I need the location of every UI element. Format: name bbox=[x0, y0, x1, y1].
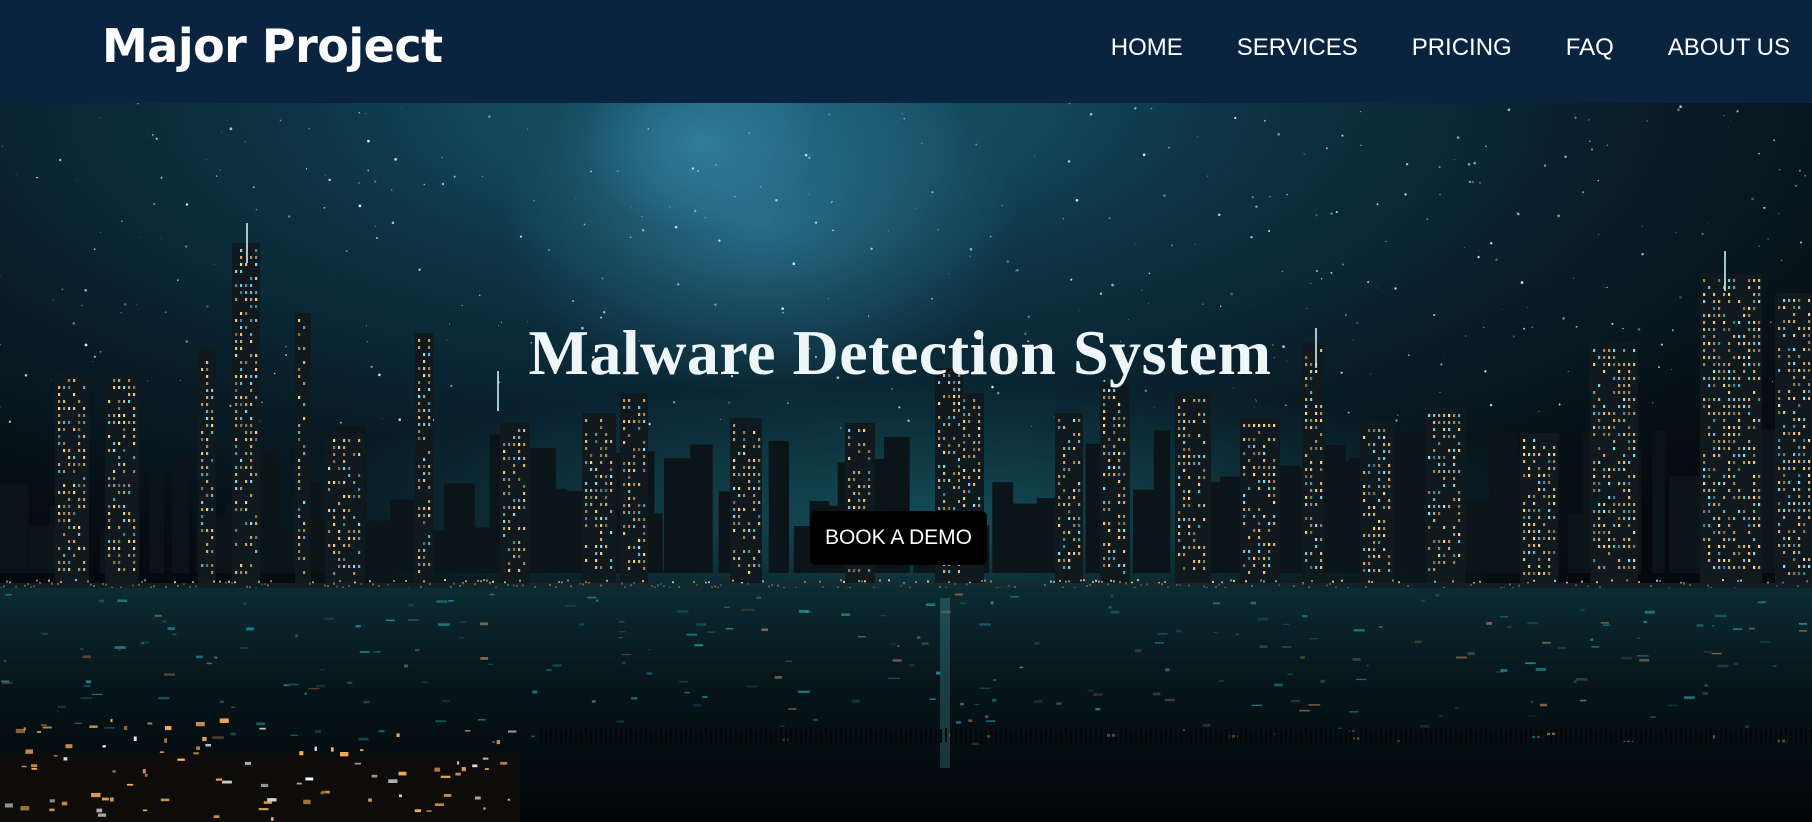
hero-title-text: Malware Detection System bbox=[528, 317, 1272, 388]
nav-links: HOME SERVICES PRICING FAQ ABOUT US bbox=[1057, 30, 1790, 66]
hero-title: Malware Detection System bbox=[0, 313, 1800, 393]
nav-link-about-us[interactable]: ABOUT US bbox=[1668, 30, 1790, 66]
hero-section: Malware Detection System BOOK A DEMO bbox=[0, 103, 1812, 822]
nav-link-faq[interactable]: FAQ bbox=[1566, 30, 1614, 66]
nav-link-pricing[interactable]: PRICING bbox=[1412, 30, 1512, 66]
nav-link-home[interactable]: HOME bbox=[1111, 30, 1183, 66]
hero-background-image bbox=[0, 103, 1812, 822]
brand-logo-text[interactable]: Major Project bbox=[102, 16, 443, 76]
top-navbar: Major Project HOME SERVICES PRICING FAQ … bbox=[0, 0, 1812, 103]
book-demo-button[interactable]: BOOK A DEMO bbox=[810, 511, 987, 565]
nav-link-services[interactable]: SERVICES bbox=[1237, 30, 1358, 66]
